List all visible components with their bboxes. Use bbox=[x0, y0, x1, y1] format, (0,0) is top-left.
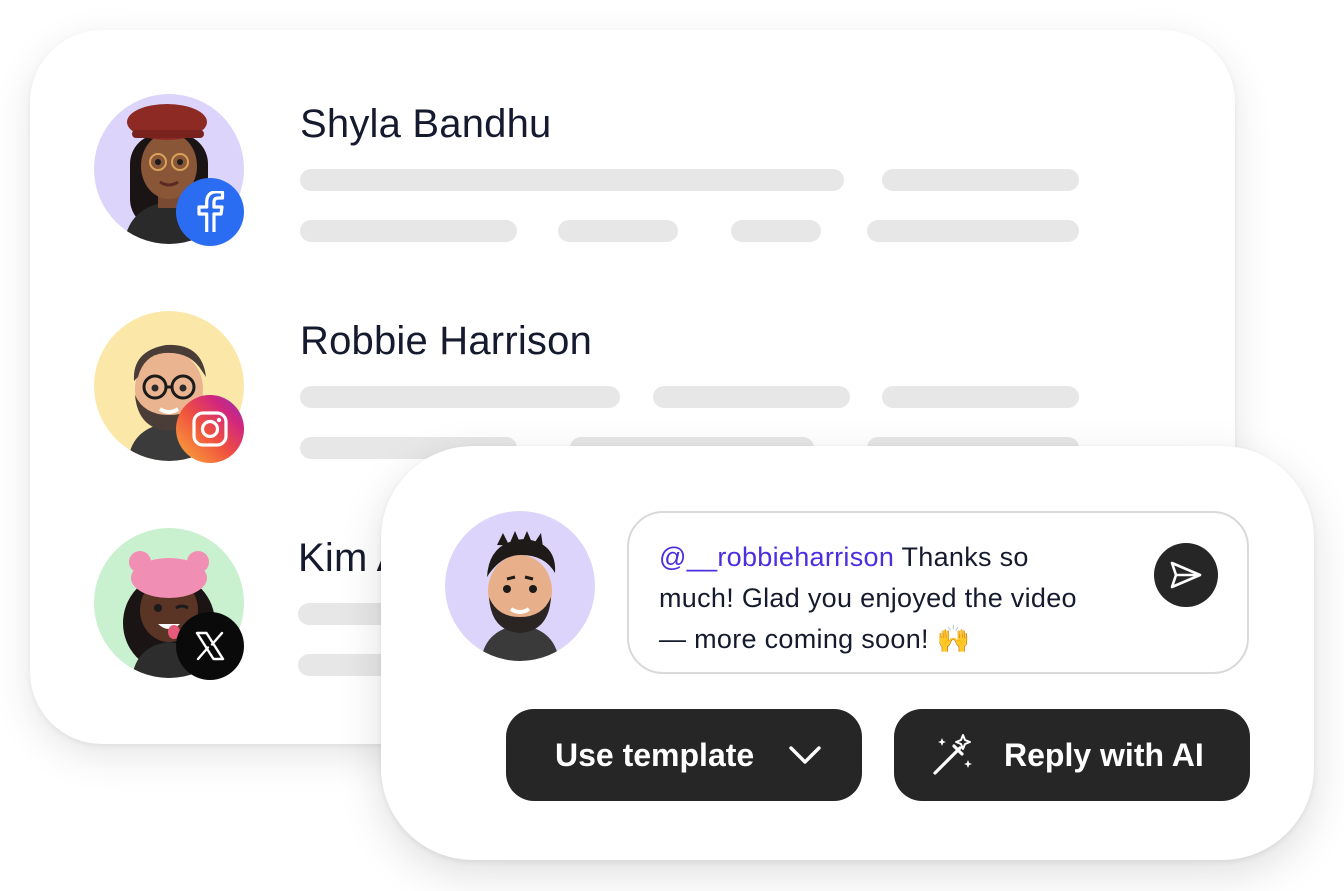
placeholder-bar bbox=[300, 386, 620, 408]
reply-message[interactable]: @__robbieharrison Thanks so much! Glad y… bbox=[659, 537, 1109, 660]
use-template-button[interactable]: Use template bbox=[506, 709, 862, 801]
avatar bbox=[94, 528, 254, 688]
mention-handle[interactable]: @__robbieharrison bbox=[659, 542, 894, 572]
placeholder-bar bbox=[653, 386, 850, 408]
facebook-icon bbox=[176, 178, 244, 246]
reply-input[interactable]: @__robbieharrison Thanks so much! Glad y… bbox=[627, 511, 1249, 674]
send-icon bbox=[1169, 560, 1203, 590]
use-template-label: Use template bbox=[555, 736, 755, 773]
chevron-down-icon bbox=[788, 745, 822, 765]
placeholder-bar bbox=[867, 220, 1079, 242]
send-button[interactable] bbox=[1154, 543, 1218, 607]
avatar bbox=[94, 311, 254, 471]
placeholder-bar bbox=[882, 386, 1079, 408]
placeholder-bar bbox=[300, 169, 844, 191]
placeholder-bar bbox=[731, 220, 821, 242]
reply-card: @__robbieharrison Thanks so much! Glad y… bbox=[381, 446, 1314, 860]
placeholder-bar bbox=[882, 169, 1079, 191]
placeholder-bar bbox=[558, 220, 678, 242]
instagram-icon bbox=[176, 395, 244, 463]
avatar bbox=[94, 94, 254, 254]
avatar bbox=[445, 511, 595, 661]
reply-with-ai-button[interactable]: Reply with AI bbox=[894, 709, 1250, 801]
contact-name: Shyla Bandhu bbox=[300, 102, 552, 146]
x-icon bbox=[176, 612, 244, 680]
magic-wand-icon bbox=[930, 732, 976, 778]
placeholder-bar bbox=[300, 220, 517, 242]
contact-name: Robbie Harrison bbox=[300, 319, 593, 363]
reply-with-ai-label: Reply with AI bbox=[1004, 736, 1204, 773]
